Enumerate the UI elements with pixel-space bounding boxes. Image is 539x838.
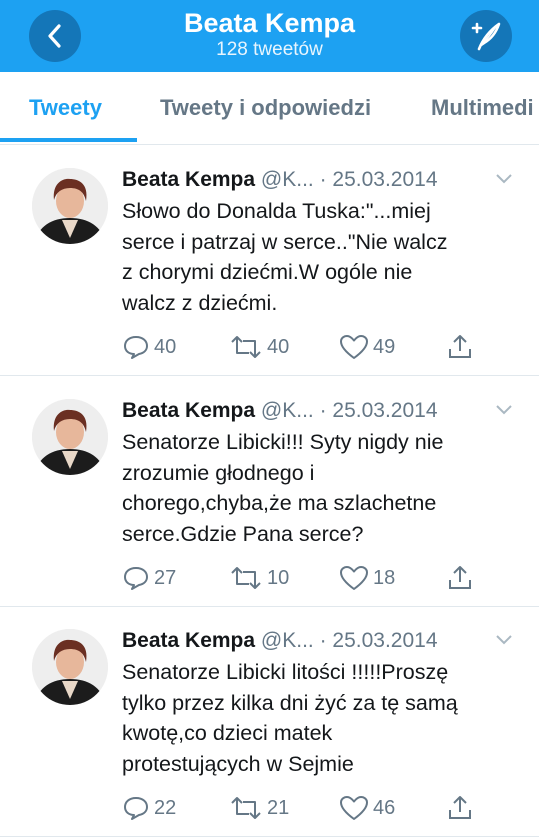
compose-button[interactable] (460, 10, 512, 62)
tweet-date[interactable]: · 25.03.2014 (320, 399, 438, 422)
tweet-date[interactable]: · 25.03.2014 (320, 168, 438, 191)
chevron-left-icon (48, 24, 61, 48)
back-button[interactable] (29, 10, 81, 62)
author-handle[interactable]: @K... (261, 168, 314, 191)
profile-tabs: Tweety Tweety i odpowiedzi Multimedi (0, 72, 539, 145)
profile-header: Beata Kempa 128 tweetów (100, 7, 439, 61)
tab-tweets-and-replies[interactable]: Tweety i odpowiedzi (160, 72, 371, 144)
retweet-button[interactable]: 21 (229, 793, 289, 823)
like-count: 49 (373, 335, 396, 358)
like-count: 18 (373, 566, 396, 589)
chevron-down-icon[interactable] (494, 403, 514, 417)
retweet-icon (231, 567, 261, 589)
tweet-text-line: z chorymi dziećmi.W ogóle nie (122, 260, 413, 284)
author-name[interactable]: Beata Kempa (122, 168, 255, 191)
author-handle[interactable]: @K... (261, 399, 314, 422)
reply-icon (124, 797, 148, 820)
reply-count: 40 (154, 335, 177, 358)
top-bar: Beata Kempa 128 tweetów (0, 0, 539, 72)
page-title: Beata Kempa (183, 8, 356, 38)
heart-icon (340, 335, 368, 359)
reply-button[interactable]: 22 (122, 793, 176, 823)
share-icon (449, 796, 471, 819)
chevron-down-icon[interactable] (494, 633, 514, 647)
retweet-icon (231, 797, 261, 819)
tweet-text-line: Słowo do Donalda Tuska:"...miej (122, 199, 431, 223)
tweet-text: Słowo do Donalda Tuska:"...miej serce i … (122, 196, 522, 318)
retweet-icon (231, 336, 261, 358)
tweet[interactable]: Beata Kempa @K... · 25.03.2014 Senatorze… (0, 607, 539, 837)
tweet-text-line: Senatorze Libicki!!! Syty nigdy nie (122, 430, 444, 454)
tweet-text-line: kwotę,co dzieci matek (122, 721, 333, 745)
share-icon (449, 566, 471, 589)
reply-button[interactable]: 27 (122, 563, 176, 593)
retweet-button[interactable]: 10 (229, 563, 289, 593)
tweet-text-line: walcz z dziećmi. (122, 290, 278, 315)
tweet-text: Senatorze Libicki litości !!!!!Proszę ty… (122, 657, 522, 779)
tweet-text: Senatorze Libicki!!! Syty nigdy nie zroz… (122, 427, 522, 549)
tweet-text-line: zrozumie głodnego i (122, 460, 315, 485)
tweet[interactable]: Beata Kempa @K... · 25.03.2014 Senatorze… (0, 377, 539, 607)
tweet-text-line: chorego,chyba,że ma szlachetne (122, 491, 437, 515)
tweet-header: Beata Kempa @K... · 25.03.2014 (122, 397, 438, 425)
tweet-text-line: tylko przez kilka dni żyć za tę samą (122, 690, 458, 715)
reply-count: 27 (154, 566, 177, 589)
chevron-down-icon[interactable] (494, 172, 514, 186)
reply-count: 22 (154, 796, 177, 819)
heart-icon (340, 796, 368, 820)
share-button[interactable] (446, 793, 478, 823)
tweet-count: 128 tweetów (216, 39, 323, 60)
like-button[interactable]: 18 (339, 563, 395, 593)
avatar[interactable] (32, 629, 108, 705)
tab-tweets[interactable]: Tweety (29, 72, 102, 144)
compose-feather-icon (471, 22, 501, 51)
reply-icon (124, 567, 148, 590)
like-button[interactable]: 49 (339, 332, 395, 362)
retweet-count: 40 (267, 335, 290, 358)
tweet-date[interactable]: · 25.03.2014 (320, 629, 438, 652)
like-button[interactable]: 46 (339, 793, 395, 823)
retweet-button[interactable]: 40 (229, 332, 289, 362)
share-button[interactable] (446, 563, 478, 593)
author-name[interactable]: Beata Kempa (122, 629, 255, 652)
tab-media[interactable]: Multimedi (431, 72, 534, 144)
tweet[interactable]: Beata Kempa @K... · 25.03.2014 Słowo do … (0, 146, 539, 376)
heart-icon (340, 566, 368, 590)
tweet-text-line: Senatorze Libicki litości !!!!!Proszę (122, 660, 449, 684)
share-icon (449, 335, 471, 358)
tweet-header: Beata Kempa @K... · 25.03.2014 (122, 166, 438, 194)
author-name[interactable]: Beata Kempa (122, 399, 255, 422)
reply-button[interactable]: 40 (122, 332, 176, 362)
like-count: 46 (373, 796, 396, 819)
active-tab-indicator (0, 138, 137, 142)
tweet-text-line: serce.Gdzie Pana serce? (122, 521, 364, 546)
avatar[interactable] (32, 168, 108, 244)
share-button[interactable] (446, 332, 478, 362)
tweet-text-line: serce i patrzaj w serce.."Nie walcz (122, 229, 448, 254)
retweet-count: 21 (267, 796, 290, 819)
reply-icon (124, 336, 148, 359)
tweet-header: Beata Kempa @K... · 25.03.2014 (122, 627, 438, 655)
author-handle[interactable]: @K... (261, 629, 314, 652)
retweet-count: 10 (267, 566, 290, 589)
avatar[interactable] (32, 399, 108, 475)
tweet-text-line: protestujących w Sejmie (122, 751, 354, 776)
